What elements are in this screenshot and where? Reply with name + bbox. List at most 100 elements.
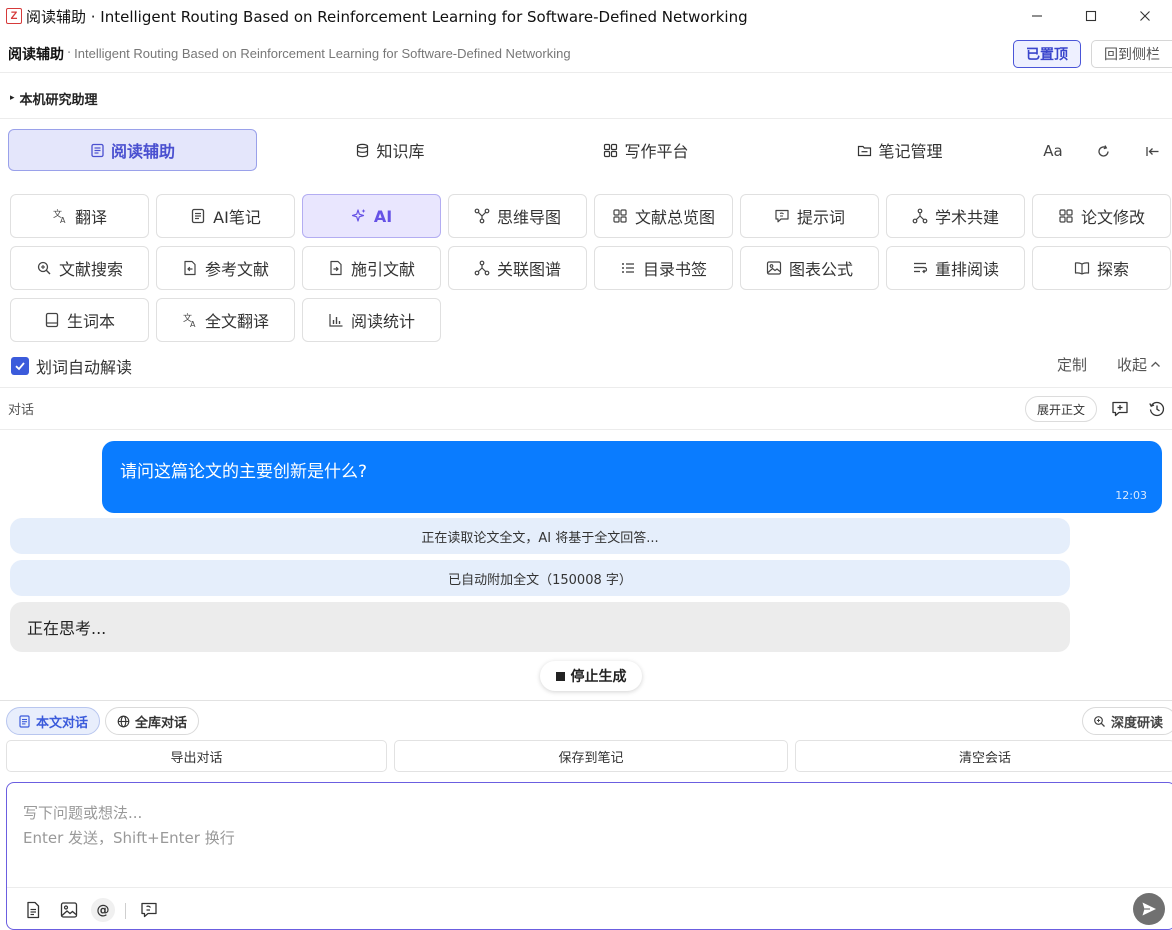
export-conversation-button[interactable]: 导出对话 <box>6 740 387 772</box>
app-logo: Z <box>6 8 22 24</box>
tool-academic-coconstruction[interactable]: 学术共建 <box>886 194 1025 238</box>
minimize-button[interactable] <box>1010 0 1064 32</box>
back-to-sidebar-button[interactable]: 回到侧栏 <box>1091 40 1172 68</box>
chat-icon <box>774 208 790 224</box>
scope-whole-library[interactable]: 全库对话 <box>105 707 199 735</box>
tool-label: 阅读统计 <box>350 312 415 331</box>
tool-ai[interactable]: AI <box>302 194 441 238</box>
clear-session-button[interactable]: 清空会话 <box>795 740 1172 772</box>
tool-label: 图表公式 <box>788 260 853 279</box>
user-message-text: 请问这篇论文的主要创新是什么? <box>120 462 368 482</box>
tool-label: 学术共建 <box>934 208 999 227</box>
image-icon <box>766 260 782 276</box>
tool-full-translation[interactable]: 文A 全文翻译 <box>156 298 295 342</box>
pin-button[interactable]: 已置顶 <box>1013 40 1081 68</box>
mention-button[interactable]: @ <box>91 898 115 922</box>
tool-ai-notes[interactable]: AI笔记 <box>156 194 295 238</box>
tool-label: AI笔记 <box>213 208 261 227</box>
deep-reading-button[interactable]: 深度研读 <box>1082 707 1172 735</box>
tab-writing-platform[interactable]: 写作平台 <box>556 129 736 171</box>
tool-references[interactable]: 参考文献 <box>156 246 295 290</box>
new-chat-button[interactable] <box>1110 399 1130 419</box>
bar-chart-icon <box>328 312 344 328</box>
user-message-bubble: 请问这篇论文的主要创新是什么? 12:03 <box>102 441 1162 513</box>
prompt-icon <box>141 902 157 918</box>
globe-icon <box>117 715 130 727</box>
tool-label: AI <box>373 206 393 226</box>
composer: @ <box>6 782 1172 930</box>
send-button[interactable] <box>1133 893 1165 925</box>
network-icon <box>912 208 928 224</box>
attach-file-button[interactable] <box>21 898 45 922</box>
folder-icon <box>858 145 872 156</box>
tab-notes-management[interactable]: 笔记管理 <box>810 129 990 171</box>
divider <box>0 700 1172 701</box>
new-chat-icon <box>1112 401 1128 417</box>
attach-image-button[interactable] <box>57 898 81 922</box>
mindmap-icon <box>474 208 490 224</box>
collapse-toggle[interactable]: 收起 <box>1117 354 1161 375</box>
book-icon <box>1074 260 1090 276</box>
tool-literature-search[interactable]: 文献搜索 <box>10 246 149 290</box>
document-icon <box>19 714 30 728</box>
font-size-button[interactable]: Aa <box>1040 140 1066 162</box>
prompt-button[interactable] <box>137 898 161 922</box>
auto-explain-checkbox[interactable] <box>11 357 29 375</box>
toolbar-separator <box>125 903 126 919</box>
close-button[interactable] <box>1118 0 1172 32</box>
tool-literature-overview[interactable]: 文献总览图 <box>594 194 733 238</box>
assistant-section-toggle[interactable]: ▸ 本机研究助理 <box>0 78 1172 119</box>
tool-figures-formulas[interactable]: 图表公式 <box>740 246 879 290</box>
tool-label: 思维导图 <box>496 208 561 227</box>
tool-mindmap[interactable]: 思维导图 <box>448 194 587 238</box>
tool-prompts[interactable]: 提示词 <box>740 194 879 238</box>
scope-label: 本文对话 <box>35 715 88 731</box>
tool-label: 重排阅读 <box>934 260 999 279</box>
tool-reading-stats[interactable]: 阅读统计 <box>302 298 441 342</box>
window-controls <box>1010 0 1172 32</box>
note-icon <box>190 208 206 224</box>
tool-translate[interactable]: 文A 翻译 <box>10 194 149 238</box>
tool-toc-bookmarks[interactable]: 目录书签 <box>594 246 733 290</box>
close-icon <box>1140 11 1150 21</box>
conversation-title: 对话 <box>8 403 35 418</box>
tool-paper-revision[interactable]: 论文修改 <box>1032 194 1171 238</box>
stop-generation-button[interactable]: 停止生成 <box>540 661 642 691</box>
tab-knowledge-base[interactable]: 知识库 <box>300 129 480 171</box>
customize-link[interactable]: 定制 <box>1057 354 1087 375</box>
tool-reflow-reading[interactable]: 重排阅读 <box>886 246 1025 290</box>
image-icon <box>60 902 78 918</box>
history-button[interactable] <box>1147 399 1167 419</box>
grid-icon <box>612 208 628 224</box>
assistant-thinking-bubble: 正在思考... <box>10 602 1070 652</box>
scope-this-paper[interactable]: 本文对话 <box>6 707 100 735</box>
collapse-label: 收起 <box>1117 356 1148 374</box>
graph-icon <box>474 260 490 276</box>
tool-explore[interactable]: 探索 <box>1032 246 1171 290</box>
window-titlebar: Z 阅读辅助 · Intelligent Routing Based on Re… <box>0 0 1172 32</box>
tab-label: 阅读辅助 <box>110 142 175 161</box>
status-fulltext-attached: 已自动附加全文（150008 字） <box>10 560 1070 596</box>
collapse-panel-button[interactable] <box>1141 140 1163 162</box>
history-icon <box>1149 401 1165 417</box>
chevron-up-icon <box>1151 361 1160 367</box>
sparkle-icon <box>351 208 367 224</box>
save-to-notes-button[interactable]: 保存到笔记 <box>394 740 788 772</box>
tool-label: 论文修改 <box>1080 208 1145 227</box>
tool-citing-papers[interactable]: 施引文献 <box>302 246 441 290</box>
composer-divider <box>7 887 1172 888</box>
maximize-icon <box>1085 10 1097 22</box>
tool-vocabulary[interactable]: 生词本 <box>10 298 149 342</box>
tab-reading-assist[interactable]: 阅读辅助 <box>8 129 257 171</box>
list-icon <box>620 260 636 276</box>
expand-text-button[interactable]: 展开正文 <box>1025 396 1097 422</box>
refresh-button[interactable] <box>1092 140 1114 162</box>
maximize-button[interactable] <box>1064 0 1118 32</box>
tab-label: 写作平台 <box>624 142 689 161</box>
grid-icon <box>604 143 618 157</box>
mention-icon: @ <box>96 902 110 918</box>
tool-relation-graph[interactable]: 关联图谱 <box>448 246 587 290</box>
send-icon <box>1142 902 1156 916</box>
checkmark-icon <box>15 362 25 371</box>
message-input[interactable] <box>7 783 1172 887</box>
